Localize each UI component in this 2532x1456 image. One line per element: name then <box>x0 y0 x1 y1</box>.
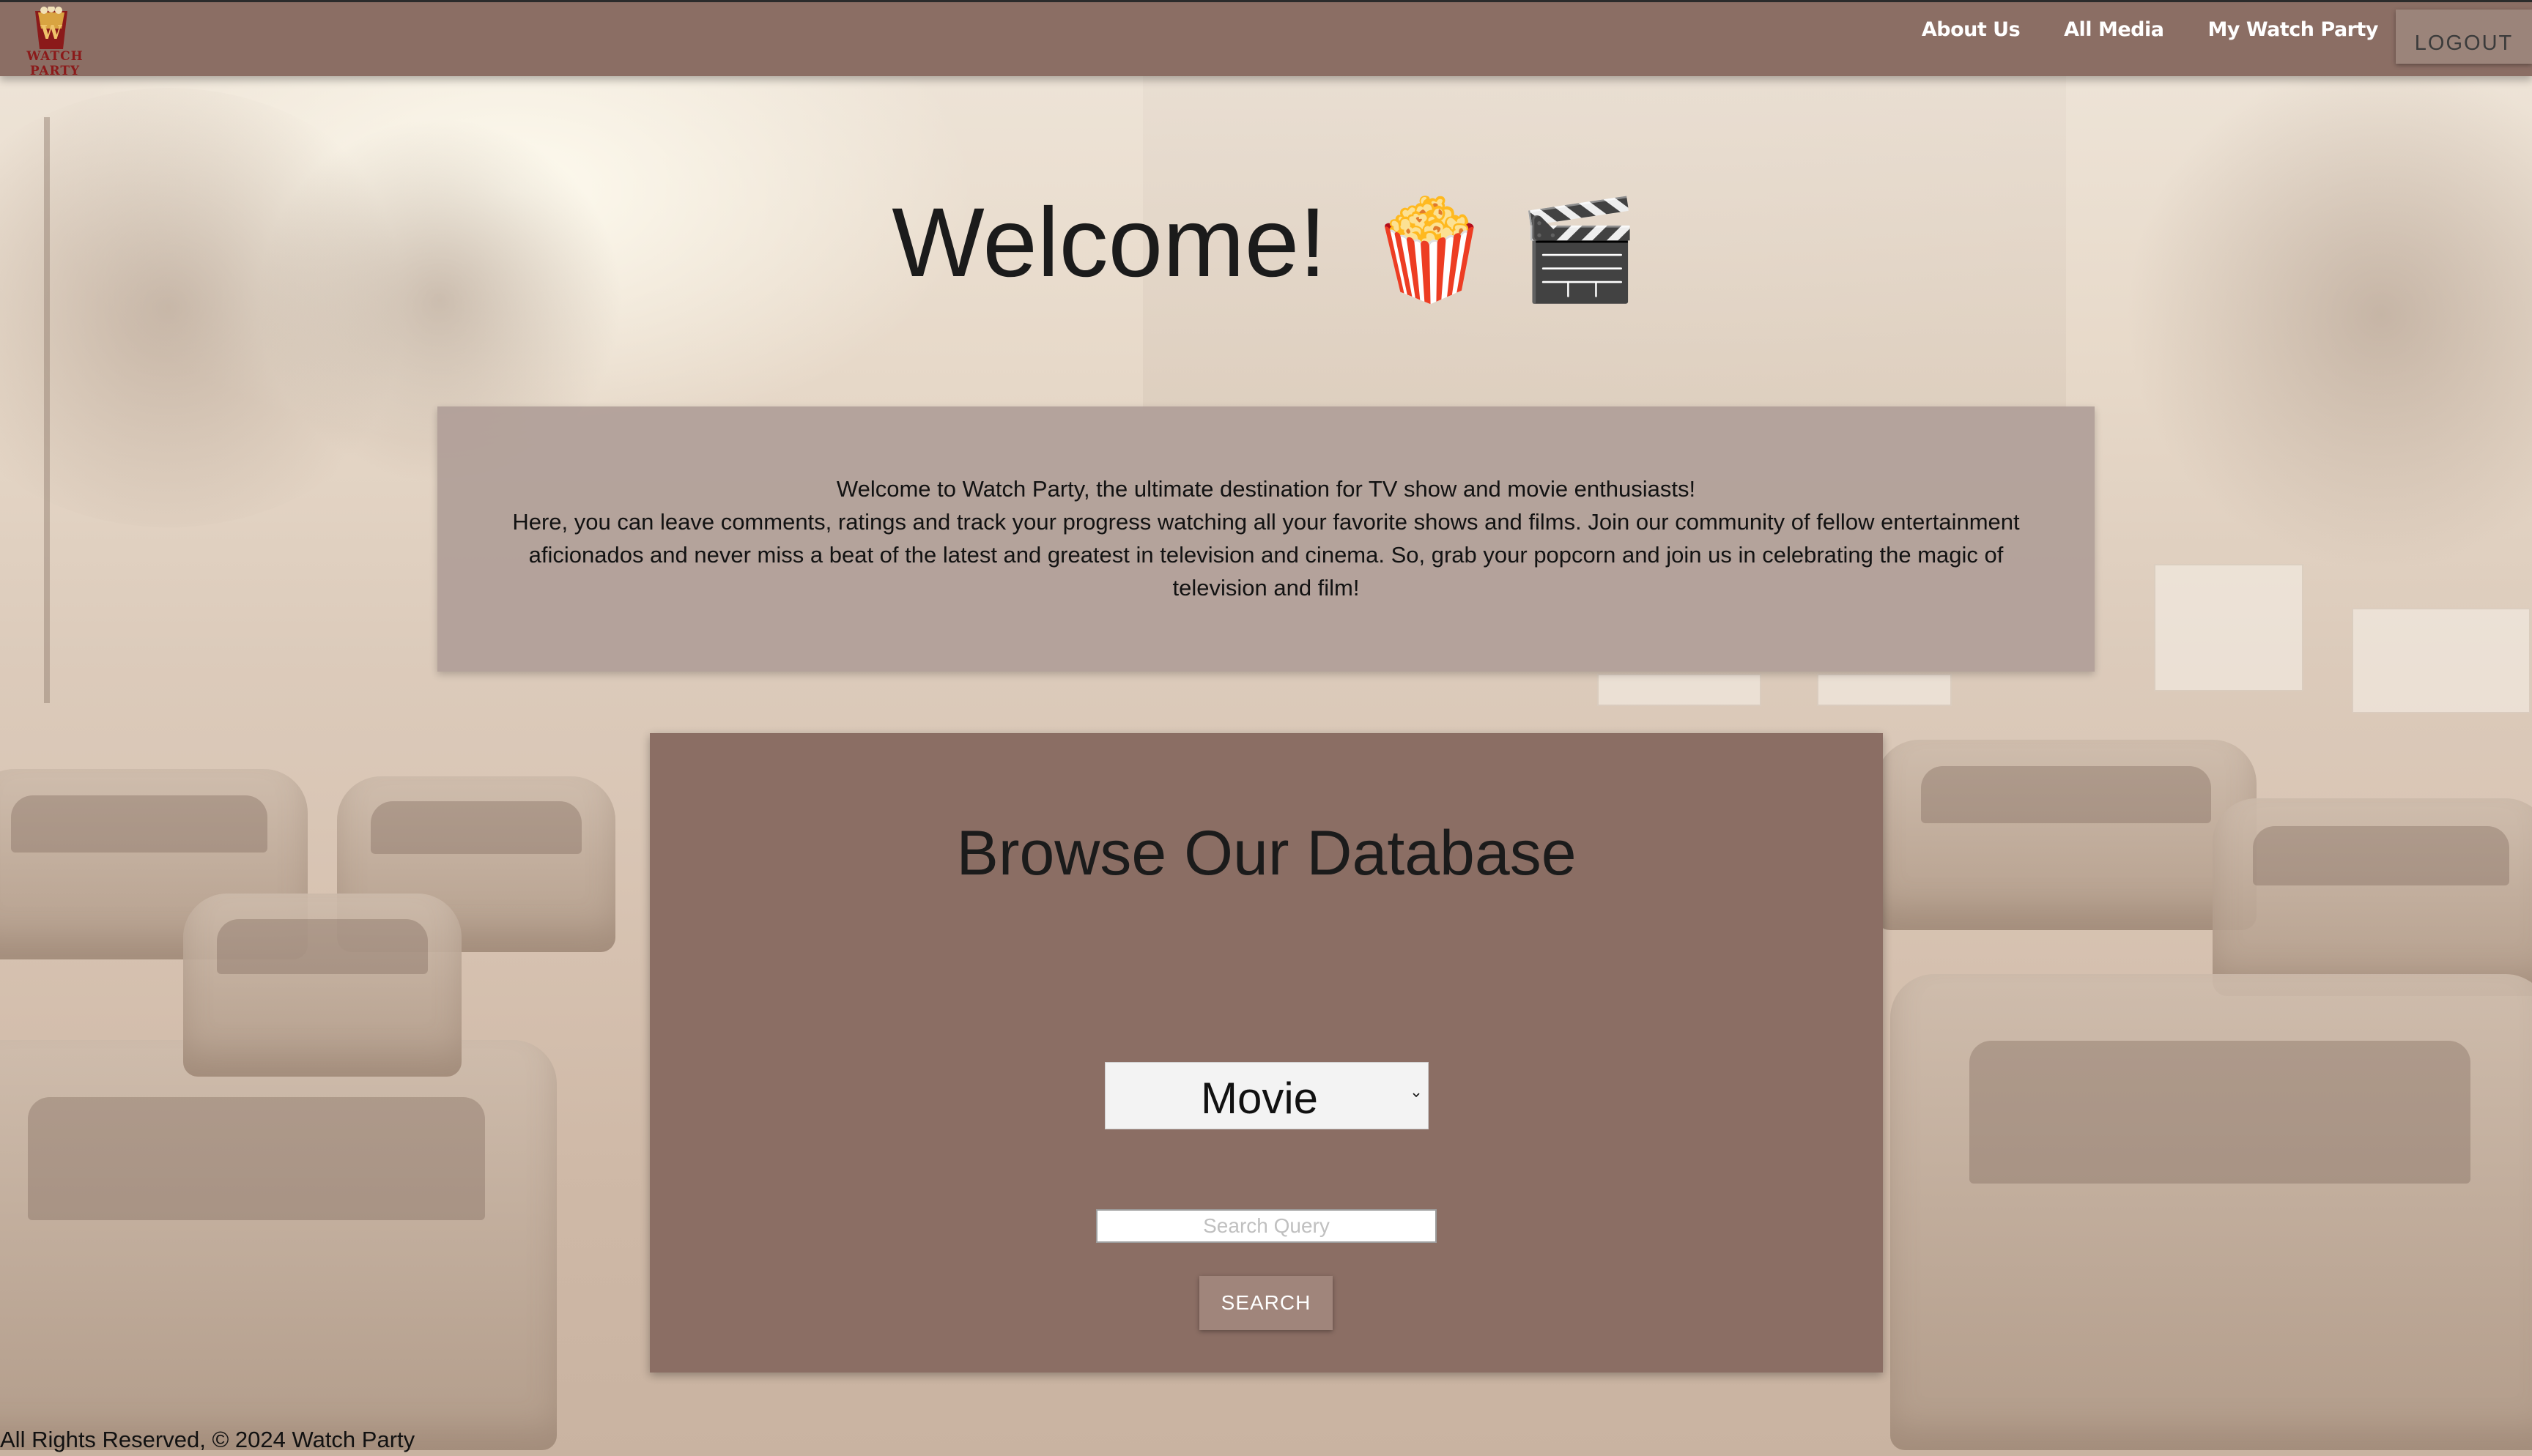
clapper-board-icon: 🎬 <box>1517 196 1640 305</box>
svg-text:W: W <box>40 22 62 44</box>
logout-button[interactable]: LOGOUT <box>2396 10 2532 64</box>
watch-party-logo[interactable]: W WATCH PARTY <box>0 4 110 78</box>
top-navbar: W WATCH PARTY About Us All Media My Watc… <box>0 0 2532 78</box>
logo-text: WATCH PARTY <box>26 49 84 78</box>
search-query-input[interactable] <box>1096 1209 1437 1243</box>
welcome-title: Welcome! <box>892 188 1327 297</box>
media-type-selected-value: Movie <box>1200 1074 1319 1123</box>
nav-about-us[interactable]: About Us <box>1922 18 2021 41</box>
footer-copyright: All Rights Reserved, © 2024 Watch Party <box>0 1427 415 1452</box>
trophy-cup-logo-icon: W <box>35 7 67 49</box>
nav-my-watch-party[interactable]: My Watch Party <box>2207 18 2378 41</box>
intro-line-2: Here, you can leave comments, ratings an… <box>512 509 2020 601</box>
browse-title: Browse Our Database <box>956 818 1577 888</box>
media-type-select[interactable]: Movie <box>1105 1062 1429 1129</box>
nav-all-media[interactable]: All Media <box>2064 18 2164 41</box>
intro-line-1: Welcome to Watch Party, the ultimate des… <box>836 476 1696 502</box>
chevron-down-icon <box>1413 1093 1420 1098</box>
welcome-heading: Welcome! 🍿 🎬 <box>0 187 2532 308</box>
browse-card: Browse Our Database Movie SEARCH <box>650 733 1883 1373</box>
nav-links: About Us All Media My Watch Party <box>1922 18 2379 41</box>
intro-card: Welcome to Watch Party, the ultimate des… <box>437 406 2095 672</box>
search-button[interactable]: SEARCH <box>1199 1276 1333 1330</box>
popcorn-icon: 🍿 <box>1368 196 1491 305</box>
